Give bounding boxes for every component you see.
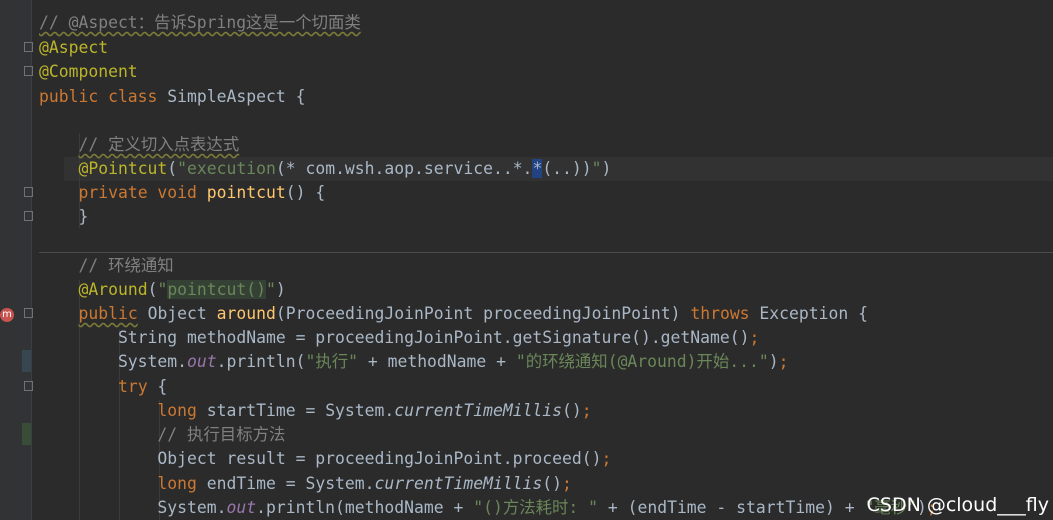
code-token: (..)) [542,159,592,178]
code-line[interactable]: // @Aspect：告诉Spring这是一个切面类 [39,11,361,35]
code-token: public [78,304,138,323]
code-token: Object [137,304,217,323]
code-token: private void [78,183,207,202]
code-line[interactable]: public class SimpleAspect { [39,85,305,109]
vcs-change-marker[interactable] [22,350,31,372]
code-token: try [117,377,148,396]
code-token: () [562,401,582,420]
code-token: System. [39,498,227,517]
code-line[interactable]: // 环绕通知 [39,254,174,278]
code-token: ; [562,474,572,493]
code-line[interactable]: System.out.println(methodName + "()方法耗时:… [39,496,936,520]
code-token: out [187,352,217,371]
code-token: currentTimeMillis [394,401,563,420]
code-token: ; [581,401,592,420]
code-token: + (endTime - startTime) + [598,498,865,517]
code-token: String methodName = proceedingJoinPoint.… [39,328,750,347]
code-token: "execution [177,159,276,178]
code-token: Object result = proceedingJoinPoint.proc… [39,449,602,468]
code-line[interactable]: @Component [39,60,138,84]
code-token: around [216,304,276,323]
code-line[interactable]: Object result = proceedingJoinPoint.proc… [39,447,611,471]
code-token: "执行" [305,352,358,371]
code-token: // @Aspect：告诉Spring这是一个切面类 [39,13,361,32]
vcs-added-marker[interactable] [22,423,31,445]
code-token: out [226,498,257,517]
code-token: "的环绕通知(@Around)开始..." [515,352,769,371]
code-token: throws [690,304,750,323]
code-token: SimpleAspect { [167,87,306,106]
code-token: long [157,474,197,493]
code-token: ) [768,352,779,371]
code-line[interactable]: @Aspect [39,36,108,60]
code-token: (ProceedingJoinPoint proceedingJoinPoint… [275,304,691,323]
code-token: "()方法耗时: " [473,498,598,517]
code-line[interactable]: long endTime = System.currentTimeMillis(… [39,472,572,496]
code-token: endTime = System. [196,474,375,493]
code-token: @Pointcut [78,159,168,178]
code-token: } [39,207,89,226]
code-token: ( [167,159,178,178]
code-line[interactable]: @Around("pointcut()") [39,278,286,302]
code-token: + methodName + [357,352,516,371]
code-token: long [157,401,197,420]
code-token: public class [39,87,168,106]
code-token: currentTimeMillis [374,474,543,493]
code-token: // 执行目标方法 [157,425,286,444]
code-token: * [532,159,543,178]
code-token: " [591,159,602,178]
editor-gutter: m [0,0,33,520]
code-token: ; [601,449,612,468]
code-token: @Around [78,280,148,299]
code-line[interactable]: String methodName = proceedingJoinPoint.… [39,326,759,350]
code-token: " [266,280,276,299]
code-token: @Aspect [39,38,109,57]
method-separator [39,252,1053,253]
csdn-watermark: CSDN @cloud___fly [866,494,1049,516]
code-token: ; [749,328,760,347]
code-token: { [147,377,168,396]
code-line[interactable]: public Object around(ProceedingJoinPoint… [39,302,868,326]
code-line[interactable]: } [39,205,88,229]
code-line[interactable]: @Pointcut("execution(* com.wsh.aop.servi… [39,157,611,181]
code-line[interactable]: // 定义切入点表达式 [39,133,239,157]
code-token: ) [601,159,612,178]
code-line[interactable]: try { [39,375,167,399]
code-token: ) [275,280,286,299]
code-token: .println(methodName + [256,498,474,517]
code-token: @Component [39,62,138,81]
code-token: pointcut [206,183,286,202]
code-token: () { [285,183,326,202]
code-editor[interactable]: // @Aspect：告诉Spring这是一个切面类 @Aspect @Compon… [32,0,1053,520]
code-token: (* com.wsh.aop.service..*. [275,159,533,178]
code-token: // 定义切入点表达式 [78,135,240,154]
code-line[interactable]: long startTime = System.currentTimeMilli… [39,399,592,423]
code-token: ( [147,280,158,299]
code-token: // 环绕通知 [78,256,174,275]
code-token: System. [39,352,188,371]
code-token: pointcut() [167,280,266,299]
code-token: Exception { [749,304,868,323]
method-override-icon[interactable]: m [0,308,14,322]
code-line[interactable]: private void pointcut() { [39,181,325,205]
code-token: " [157,280,168,299]
code-token: startTime = System. [196,401,395,420]
code-token: () [542,474,563,493]
code-line[interactable]: // 执行目标方法 [39,423,285,447]
code-line[interactable]: System.out.println("执行" + methodName + "… [39,350,789,374]
code-token: ; [778,352,789,371]
code-token: .println( [216,352,306,371]
